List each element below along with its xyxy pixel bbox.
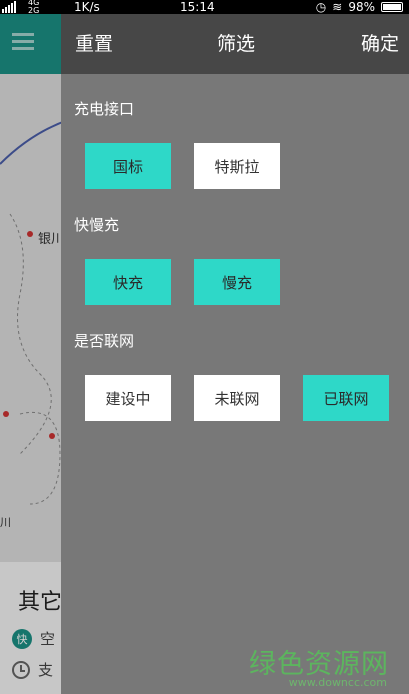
option-networked[interactable]: 已联网 [303, 375, 389, 421]
filter-drawer: 重置 筛选 确定 充电接口 国标 特斯拉 快慢充 快充 慢充 是否联网 建设中 … [61, 14, 409, 694]
status-right: ◷ ≋ 98% [316, 0, 403, 14]
drawer-title: 筛选 [217, 33, 256, 55]
section-label-connector: 充电接口 [74, 100, 135, 118]
network-type: 4G 2G [28, 0, 40, 15]
option-slow-charge[interactable]: 慢充 [194, 259, 280, 305]
section-label-network: 是否联网 [74, 332, 135, 350]
option-not-networked[interactable]: 未联网 [194, 375, 280, 421]
status-bar: 4G 2G 1K/s 15:14 ◷ ≋ 98% [0, 0, 409, 15]
option-gb-standard[interactable]: 国标 [85, 143, 171, 189]
drawer-header: 重置 筛选 确定 [61, 14, 409, 74]
network-speed: 1K/s [74, 0, 100, 14]
option-under-construction[interactable]: 建设中 [85, 375, 171, 421]
option-fast-charge[interactable]: 快充 [85, 259, 171, 305]
watermark-url: www.downcc.com [288, 676, 387, 689]
section-label-charge-speed: 快慢充 [74, 216, 120, 234]
option-tesla[interactable]: 特斯拉 [194, 143, 280, 189]
battery-percent: 98% [348, 0, 375, 14]
signal-icon [2, 0, 16, 13]
wifi-icon: ≋ [332, 0, 343, 14]
alarm-icon: ◷ [315, 0, 327, 14]
reset-button[interactable]: 重置 [75, 14, 113, 74]
battery-icon [381, 2, 403, 12]
clock: 15:14 [180, 0, 215, 14]
confirm-button[interactable]: 确定 [361, 14, 399, 74]
